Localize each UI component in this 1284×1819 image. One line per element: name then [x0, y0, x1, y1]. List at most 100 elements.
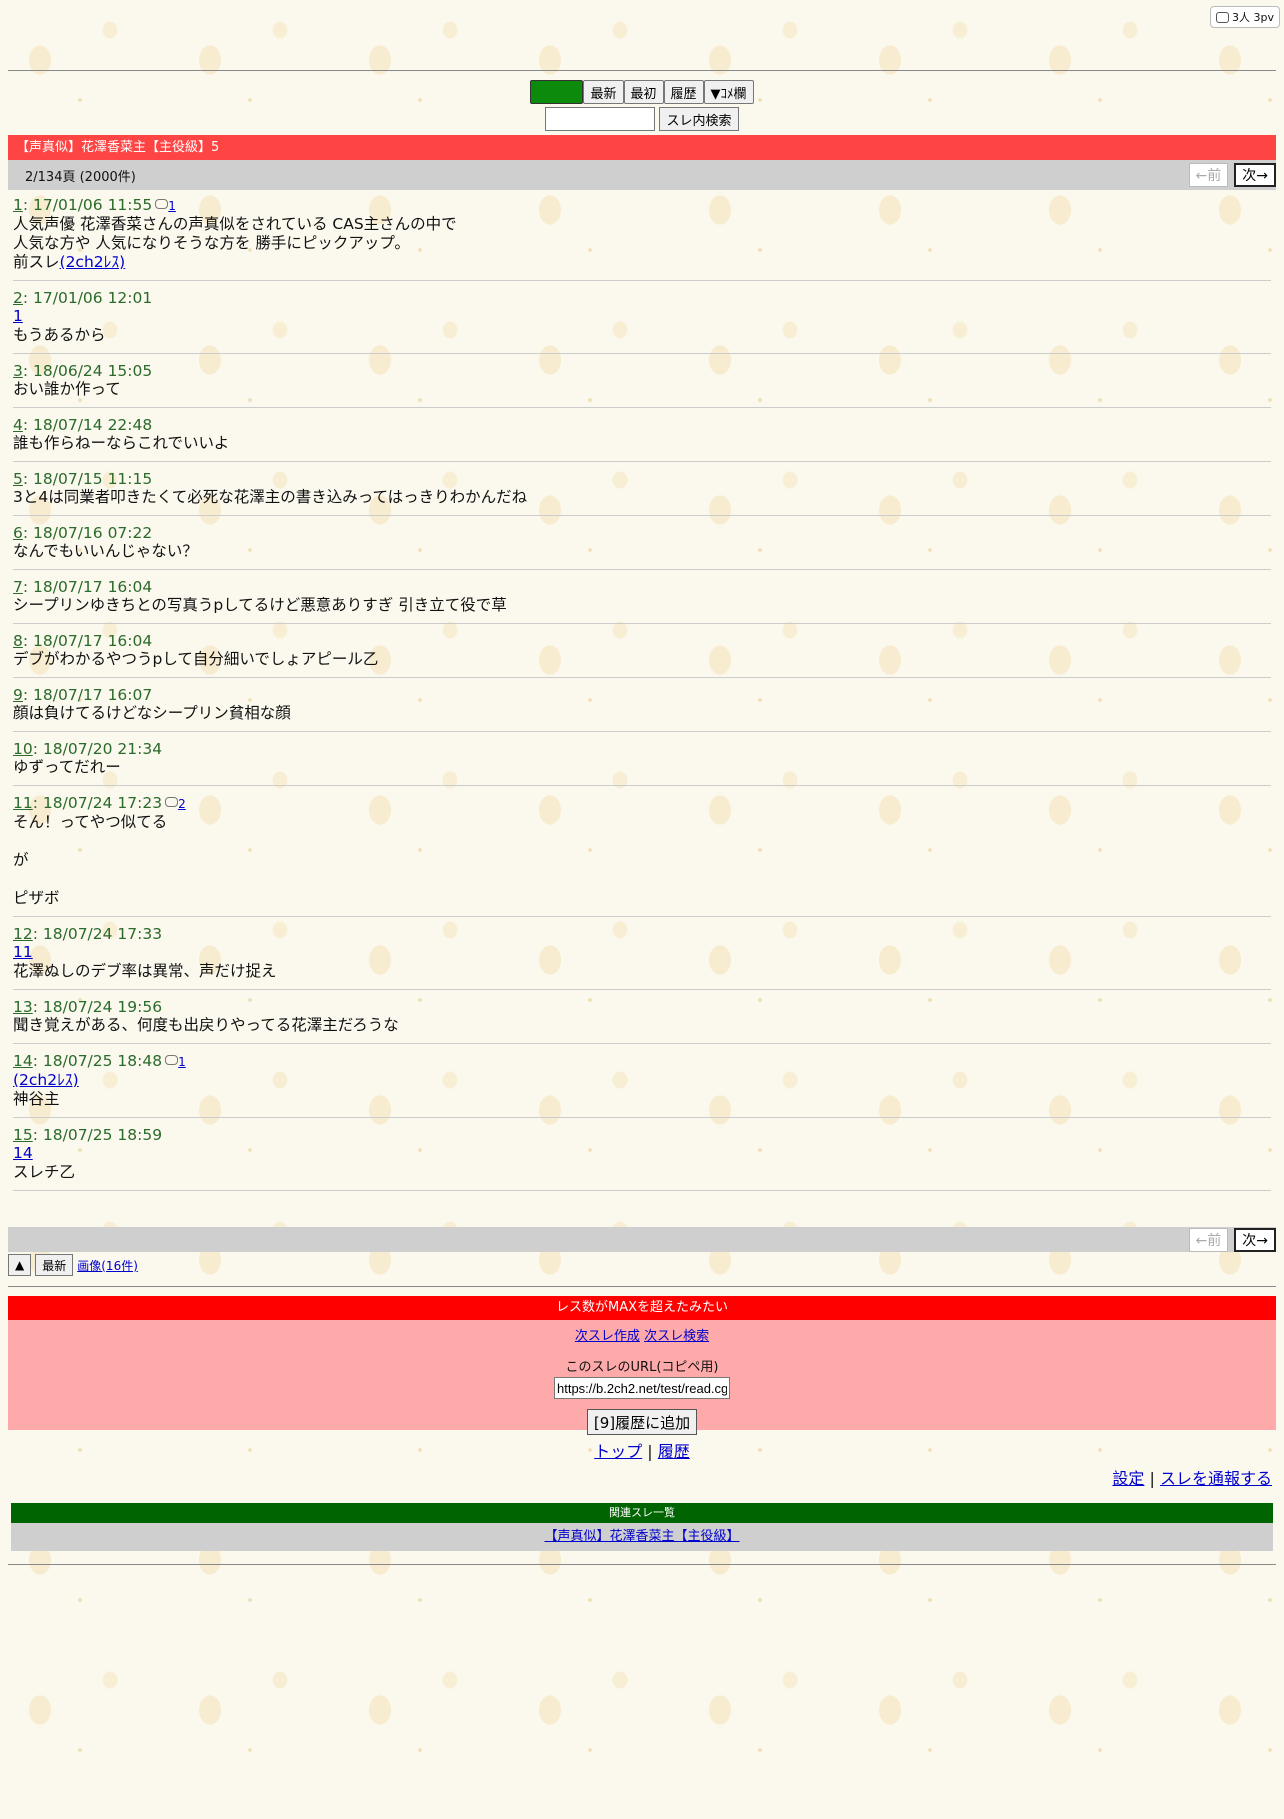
post-header: 8: 18/07/17 16:04: [13, 632, 1271, 650]
post-number-link[interactable]: 11: [13, 794, 33, 812]
post-date: : 17/01/06 12:01: [22, 289, 153, 307]
post-date: : 18/07/17 16:04: [22, 632, 153, 650]
reply-anchor-link[interactable]: 1: [13, 307, 23, 325]
report-thread-link[interactable]: スレを通報する: [1160, 1469, 1272, 1488]
post-number-link[interactable]: 6: [13, 524, 23, 542]
url-label: このスレのURL(コピペ用): [565, 1360, 719, 1375]
settings-link[interactable]: 設定: [1112, 1469, 1144, 1488]
related-threads-header: 関連スレ一覧: [11, 1503, 1273, 1523]
post-item: 15: 18/07/25 18:59 14 スレチ乙: [13, 1126, 1271, 1191]
first-button[interactable]: 最初: [623, 80, 664, 104]
post-date: : 18/07/24 17:23: [32, 794, 163, 812]
reply-bubble-icon: [165, 797, 179, 807]
post-date: : 18/07/17 16:07: [22, 686, 153, 704]
post-number-link[interactable]: 7: [13, 578, 23, 596]
footer-history-link[interactable]: 履歴: [658, 1442, 690, 1461]
post-body-line: 人気声優 花澤香菜さんの声真似をされている CAS主さんの中で: [13, 215, 457, 233]
post-item: 1: 17/01/06 11:55 1 人気声優 花澤香菜さんの声真似をされている …: [13, 196, 1271, 281]
post-number-link[interactable]: 14: [13, 1052, 33, 1070]
reply-anchor-link[interactable]: 14: [13, 1144, 33, 1162]
related-thread-link[interactable]: 【声真似】花澤香菜主【主役級】: [544, 1529, 739, 1544]
reply-count-link[interactable]: 2: [178, 797, 186, 811]
post-item: 11: 18/07/24 17:23 2 そん！ってやつ似てるがピザボ: [13, 794, 1271, 917]
post-number-link[interactable]: 10: [13, 740, 33, 758]
comment-field-button[interactable]: ▼ｺﾒ欄: [703, 80, 754, 104]
post-date: : 18/07/20 21:34: [32, 740, 163, 758]
reply-count-link[interactable]: 1: [178, 1055, 186, 1069]
post-date: : 18/06/24 15:05: [22, 362, 153, 380]
viewer-count-label: 3人 3pv: [1232, 11, 1274, 24]
post-body-text: 前スレ: [13, 253, 60, 271]
next-thread-search-link[interactable]: 次スレ検索: [644, 1329, 709, 1344]
post-number-link[interactable]: 5: [13, 470, 23, 488]
top-button[interactable]: トップ: [530, 80, 584, 104]
post-number-link[interactable]: 8: [13, 632, 23, 650]
page-info: 2/134頁 (2000件): [25, 170, 136, 185]
reply-anchor-link[interactable]: (2ch2ﾚｽ): [13, 1071, 79, 1089]
post-body-line: 花澤ぬしのデブ率は異常、声だけ捉え: [13, 962, 277, 980]
thread-url-field[interactable]: [554, 1377, 730, 1399]
prev-page-button[interactable]: ←前: [1188, 163, 1229, 187]
add-history-button[interactable]: [9]履歴に追加: [586, 1409, 698, 1435]
footer-nav: トップ | 履歴: [0, 1438, 1284, 1462]
reply-anchor-link[interactable]: 11: [13, 943, 33, 961]
post-number-link[interactable]: 15: [13, 1126, 33, 1144]
post-item: 12: 18/07/24 17:33 11 花澤ぬしのデブ率は異常、声だけ捉え: [13, 925, 1271, 990]
post-body-line: 誰も作らねーならこれでいいよ: [13, 434, 230, 452]
next-page-button-bottom[interactable]: 次→: [1234, 1228, 1276, 1252]
thread-search-input[interactable]: [545, 107, 656, 131]
footer-separator: |: [1144, 1469, 1160, 1488]
history-button[interactable]: 履歴: [663, 80, 704, 104]
thread-search-button[interactable]: スレ内検索: [659, 107, 739, 131]
footer-top-link[interactable]: トップ: [594, 1442, 642, 1461]
next-page-button[interactable]: 次→: [1234, 163, 1276, 187]
divider: [8, 70, 1276, 71]
post-date: : 18/07/16 07:22: [22, 524, 153, 542]
post-body-line: なんでもいいんじゃない？: [13, 542, 198, 560]
post-body-line: ゆずってだれー: [13, 758, 121, 776]
post-number-link[interactable]: 13: [13, 998, 33, 1016]
related-threads-list: 【声真似】花澤香菜主【主役級】: [11, 1523, 1273, 1551]
post-item: 10: 18/07/20 21:34 ゆずってだれー: [13, 740, 1271, 786]
post-item: 3: 18/06/24 15:05 おい誰か作って: [13, 362, 1271, 408]
divider: [8, 1286, 1276, 1287]
post-body-line: 神谷主: [13, 1090, 60, 1108]
post-number-link[interactable]: 9: [13, 686, 23, 704]
chat-icon: [1216, 11, 1229, 23]
prev-page-button-bottom[interactable]: ←前: [1188, 1228, 1229, 1252]
next-thread-create-link[interactable]: 次スレ作成: [575, 1329, 640, 1344]
reply-bubble-icon: [155, 199, 169, 209]
post-body-line: もうあるから: [13, 326, 106, 344]
post-body-line: そん！ってやつ似てる: [13, 813, 168, 831]
prev-thread-link[interactable]: (2ch2ﾚｽ): [60, 253, 126, 271]
max-reached-notice: レス数がMAXを超えたみたい: [8, 1296, 1276, 1320]
post-body-line: が: [13, 851, 29, 869]
post-body-line: 顔は負けてるけどなシープリン貧相な顔: [13, 704, 291, 722]
footer-right-links: 設定 | スレを通報する: [1112, 1465, 1272, 1489]
post-body-line: スレチ乙: [13, 1163, 76, 1181]
scroll-top-button[interactable]: ▲: [8, 1254, 32, 1276]
post-header: 5: 18/07/15 11:15: [13, 470, 1271, 488]
pagination-top: 2/134頁 (2000件) ←前 次→: [8, 160, 1276, 190]
latest-button[interactable]: 最新: [583, 80, 624, 104]
viewer-count-badge: 3人 3pv: [1210, 6, 1280, 28]
images-link[interactable]: 画像(16件): [77, 1257, 138, 1274]
latest-button-bottom[interactable]: 最新: [35, 1254, 74, 1276]
post-header: 2: 17/01/06 12:01: [13, 289, 1271, 307]
post-header: 1: 17/01/06 11:55 1: [13, 196, 1271, 215]
post-number-link[interactable]: 1: [13, 196, 23, 214]
post-number-link[interactable]: 2: [13, 289, 23, 307]
post-body-line: [13, 870, 1271, 889]
post-body-line: 3と4は同業者叩きたくて必死な花澤主の書き込みってはっきりわかんだね: [13, 488, 528, 506]
post-number-link[interactable]: 3: [13, 362, 23, 380]
post-header: 12: 18/07/24 17:33: [13, 925, 1271, 943]
post-item: 2: 17/01/06 12:01 1 もうあるから: [13, 289, 1271, 354]
bottom-tools: ▲ 最新 画像(16件): [8, 1254, 138, 1276]
post-header: 13: 18/07/24 19:56: [13, 998, 1271, 1016]
post-number-link[interactable]: 12: [13, 925, 33, 943]
post-item: 5: 18/07/15 11:15 3と4は同業者叩きたくて必死な花澤主の書き込み…: [13, 470, 1271, 516]
post-header: 10: 18/07/20 21:34: [13, 740, 1271, 758]
post-number-link[interactable]: 4: [13, 416, 23, 434]
post-header: 9: 18/07/17 16:07: [13, 686, 1271, 704]
reply-count-link[interactable]: 1: [168, 199, 176, 213]
